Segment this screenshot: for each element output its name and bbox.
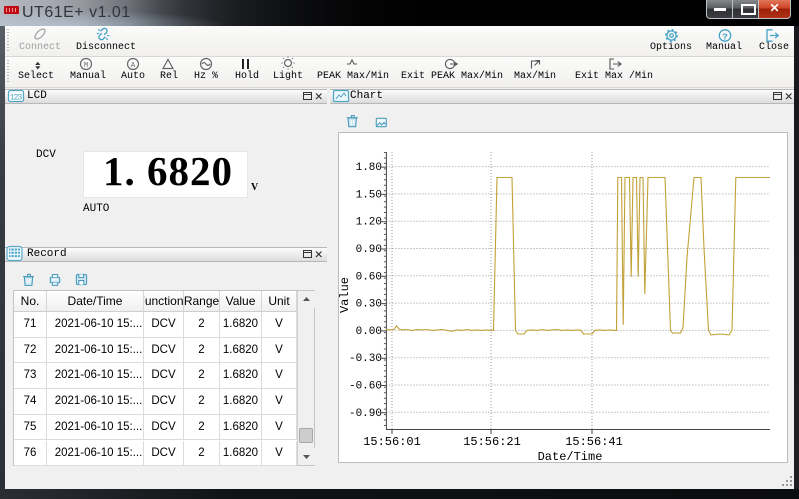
svg-text:0.60: 0.60 bbox=[356, 271, 382, 283]
svg-text:-0.60: -0.60 bbox=[349, 381, 382, 393]
svg-text:M: M bbox=[84, 62, 88, 70]
svg-text:15:56:21: 15:56:21 bbox=[463, 435, 521, 449]
svg-text:1.20: 1.20 bbox=[356, 217, 382, 229]
svg-text:Date/Time: Date/Time bbox=[538, 450, 603, 463]
svg-text:1.50: 1.50 bbox=[356, 189, 382, 201]
svg-text:-0.90: -0.90 bbox=[349, 408, 382, 420]
svg-text:-0.30: -0.30 bbox=[349, 353, 382, 365]
svg-text:1.80: 1.80 bbox=[356, 162, 382, 174]
svg-text:15:56:01: 15:56:01 bbox=[363, 435, 421, 449]
svg-text:0.90: 0.90 bbox=[356, 244, 382, 256]
svg-text:0.30: 0.30 bbox=[356, 299, 382, 311]
svg-text:123: 123 bbox=[10, 92, 22, 102]
svg-text:15:56:41: 15:56:41 bbox=[565, 435, 623, 449]
svg-text:?: ? bbox=[722, 32, 728, 43]
svg-text:Value: Value bbox=[338, 277, 352, 313]
svg-text:0.00: 0.00 bbox=[356, 326, 382, 338]
